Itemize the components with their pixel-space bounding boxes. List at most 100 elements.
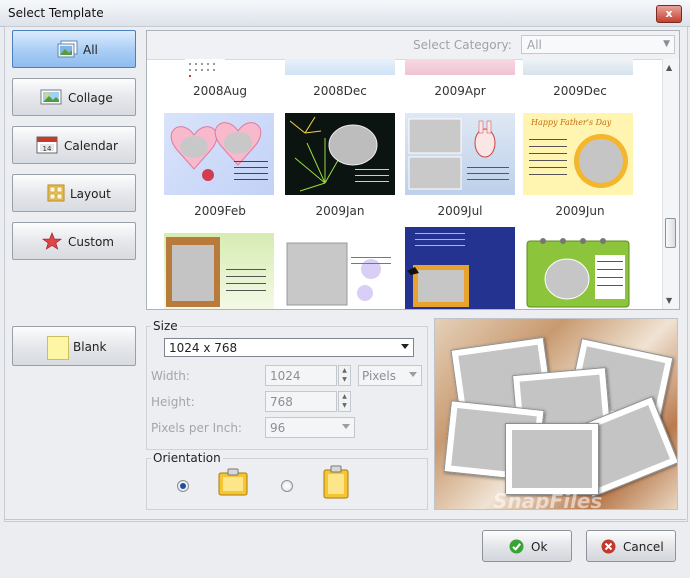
template-gallery: Select Category: All ▼ 2008Aug 2008Dec 2…: [146, 30, 680, 310]
width-label: Width:: [151, 369, 190, 383]
svg-text:14: 14: [43, 145, 52, 153]
width-value: 1024: [270, 369, 301, 383]
sidebar-item-all[interactable]: All: [12, 30, 136, 68]
close-icon: x: [665, 7, 673, 20]
template-label: 2008Dec: [313, 84, 367, 98]
template-label: 2009Apr: [434, 84, 486, 98]
ppi-label: Pixels per Inch:: [151, 421, 242, 435]
template-label: 2009Jan: [315, 204, 365, 218]
frames-with-bunny-graphic: [408, 118, 509, 190]
picture-icon: [40, 89, 62, 105]
scroll-thumb[interactable]: [665, 218, 676, 248]
fathers-day-graphic: Happy Father's Day: [529, 118, 628, 188]
size-preset-value: 1024 x 768: [169, 341, 238, 355]
template-label: 2009Dec: [553, 84, 607, 98]
orientation-group-label: Orientation: [151, 451, 223, 465]
svg-text:Happy Father's Day: Happy Father's Day: [530, 118, 612, 127]
template-thumbnail[interactable]: [185, 59, 225, 81]
scroll-up-icon[interactable]: ▲: [666, 63, 672, 72]
template-thumbnail[interactable]: [285, 59, 395, 75]
blank-page-icon: [47, 336, 69, 360]
template-label: 2008Aug: [193, 84, 247, 98]
check-icon: [509, 539, 524, 554]
arrow-down-icon[interactable]: ▼: [339, 375, 350, 384]
preview-photo-frame: [505, 423, 599, 495]
sidebar-item-label: Collage: [68, 91, 113, 105]
mini-calendar-graphic: [189, 63, 215, 77]
ppi-value: 96: [270, 421, 286, 435]
portrait-radio[interactable]: [281, 480, 293, 492]
sidebar-item-custom[interactable]: Custom: [12, 222, 136, 260]
arrow-up-icon[interactable]: ▲: [339, 366, 350, 375]
category-value: All: [527, 38, 542, 52]
sidebar-item-label: Layout: [70, 187, 111, 201]
scroll-down-icon[interactable]: ▼: [666, 296, 672, 305]
template-thumbnail[interactable]: [405, 113, 515, 195]
size-group-label: Size: [151, 319, 180, 333]
landscape-clipboard-icon[interactable]: [217, 467, 249, 497]
photos-icon: [57, 40, 78, 58]
flowers-frame-graphic: [286, 242, 391, 306]
template-label: 2009Jun: [555, 204, 605, 218]
halloween-graphic: [407, 233, 469, 307]
sidebar-item-calendar[interactable]: 14 Calendar: [12, 126, 136, 164]
cancel-icon: [601, 539, 616, 554]
template-thumbnail[interactable]: [405, 227, 515, 309]
star-icon: [41, 232, 63, 250]
ok-button-label: Ok: [531, 540, 548, 554]
template-thumbnail[interactable]: [523, 59, 633, 75]
template-thumbnail[interactable]: [405, 59, 515, 75]
sidebar-item-label: Calendar: [64, 139, 118, 153]
chevron-down-icon: [401, 344, 409, 349]
width-field[interactable]: 1024: [265, 365, 337, 386]
height-stepper[interactable]: ▲ ▼: [338, 391, 351, 412]
footer-divider: [4, 519, 686, 520]
sidebar-item-label: All: [83, 43, 98, 57]
landscape-radio[interactable]: [177, 480, 189, 492]
blank-button-label: Blank: [73, 340, 107, 354]
valentines-hearts-graphic: [170, 122, 268, 181]
unit-select[interactable]: Pixels: [358, 365, 422, 386]
chevron-down-icon: ▼: [663, 39, 670, 49]
category-label: Select Category:: [413, 38, 512, 52]
category-bar: Select Category: All ▼: [147, 31, 679, 60]
wood-frame-graphic: [166, 237, 266, 307]
chevron-down-icon: [409, 372, 417, 377]
portrait-clipboard-icon[interactable]: [322, 464, 350, 500]
size-preset-select[interactable]: 1024 x 768: [164, 338, 414, 357]
watermark-text: SnapFiles: [493, 489, 603, 510]
sidebar-item-collage[interactable]: Collage: [12, 78, 136, 116]
template-thumbnail[interactable]: [285, 233, 395, 309]
template-thumbnail[interactable]: [164, 113, 274, 195]
ok-button[interactable]: Ok: [482, 530, 572, 562]
fireworks-graphic: [289, 116, 389, 192]
unit-value: Pixels: [362, 369, 397, 383]
template-label: 2009Feb: [194, 204, 246, 218]
sidebar-item-layout[interactable]: Layout: [12, 174, 136, 212]
template-thumbnail[interactable]: [523, 233, 633, 309]
chevron-down-icon: [342, 424, 350, 429]
grid-icon: [47, 184, 65, 202]
cancel-button-label: Cancel: [623, 540, 664, 554]
calendar-icon: 14: [36, 136, 58, 154]
template-label: 2009Jul: [437, 204, 483, 218]
height-field[interactable]: 768: [265, 391, 337, 412]
gallery-scrollbar[interactable]: ▲ ▼: [662, 59, 679, 309]
blank-button[interactable]: Blank: [12, 326, 136, 366]
arrow-down-icon[interactable]: ▼: [339, 401, 350, 410]
height-value: 768: [270, 395, 293, 409]
template-thumbnail[interactable]: [285, 113, 395, 195]
height-label: Height:: [151, 395, 195, 409]
ppi-select[interactable]: 96: [265, 417, 355, 438]
arrow-up-icon[interactable]: ▲: [339, 392, 350, 401]
cancel-button[interactable]: Cancel: [586, 530, 676, 562]
window-title: Select Template: [8, 6, 104, 20]
template-preview: SnapFiles: [434, 318, 678, 510]
template-thumbnail[interactable]: Happy Father's Day: [523, 113, 633, 195]
sidebar-item-label: Custom: [68, 235, 114, 249]
template-thumbnail[interactable]: [164, 233, 274, 309]
title-bar: Select Template x: [0, 0, 690, 27]
category-select[interactable]: All ▼: [521, 35, 675, 54]
width-stepper[interactable]: ▲ ▼: [338, 365, 351, 386]
close-button[interactable]: x: [656, 5, 682, 23]
